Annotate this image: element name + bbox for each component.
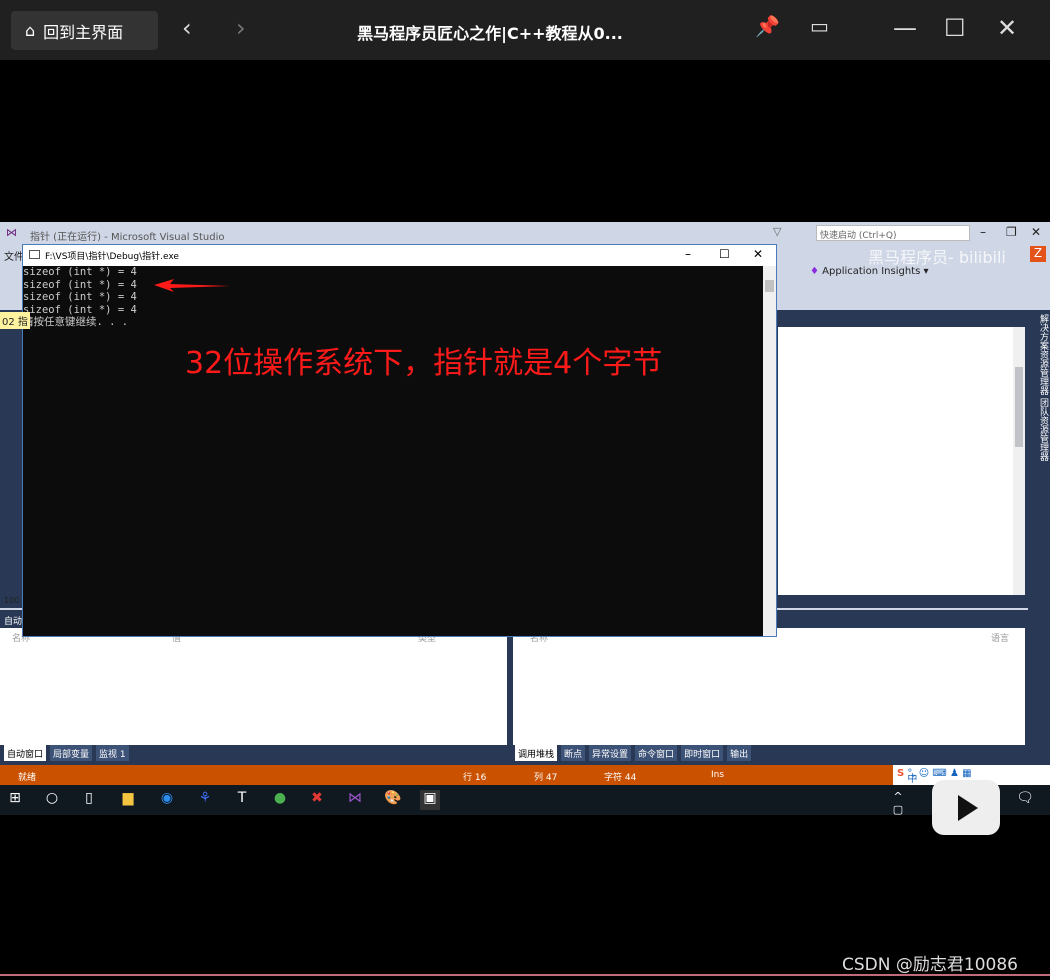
console-scrollbar[interactable] <box>763 266 776 636</box>
app-green-icon[interactable]: ● <box>270 790 290 810</box>
forward-icon[interactable]: › <box>236 14 246 42</box>
console-minimize-icon[interactable]: – <box>685 247 691 261</box>
tab-breakpoints[interactable]: 断点 <box>561 745 586 761</box>
pin-icon[interactable]: 📌 <box>755 14 780 38</box>
back-icon[interactable]: ‹ <box>182 14 192 42</box>
app-icon[interactable]: ⚘ <box>195 790 215 810</box>
status-char: 字符 44 <box>604 773 637 783</box>
call-stack-panel[interactable]: 名称 语言 <box>513 628 1025 745</box>
vs-minimize-icon[interactable]: – <box>980 225 986 239</box>
file-explorer-icon[interactable]: ▆ <box>118 790 138 810</box>
console-close-icon[interactable]: ✕ <box>753 247 763 261</box>
video-title: 黑马程序员匠心之作|C++教程从0... <box>357 24 623 43</box>
console-window[interactable]: F:\VS项目\指针\Debug\指针.exe – ☐ ✕ sizeof (in… <box>22 244 777 637</box>
task-view-icon[interactable]: ▯ <box>79 790 99 810</box>
autos-panel[interactable]: 名称 值 类型 <box>0 628 507 745</box>
windows-start-icon[interactable]: ⊞ <box>5 790 25 810</box>
status-bar: 就绪 行 16 列 47 字符 44 Ins S 中 °, ☺ ⌨ ♟ ▦ <box>0 765 1050 785</box>
red-arrow-annotation <box>154 279 230 292</box>
filter-icon[interactable]: ▽ <box>773 225 781 238</box>
vs-close-icon[interactable]: ✕ <box>1031 225 1041 239</box>
console-title-bar[interactable]: F:\VS项目\指针\Debug\指针.exe – ☐ ✕ <box>23 245 776 266</box>
console-line: sizeof (int *) = 4 <box>23 278 137 291</box>
sogou-icon: S <box>897 768 905 779</box>
tab-immediate-window[interactable]: 即时窗口 <box>681 745 724 761</box>
player-top-bar: ⌂ 回到主界面 ‹ › 黑马程序员匠心之作|C++教程从0... 📌 ▭ — ☐ … <box>0 0 1050 60</box>
typora-icon[interactable]: T <box>232 790 252 810</box>
close-icon[interactable]: ✕ <box>997 14 1017 42</box>
console-line: 请按任意键继续. . . <box>23 316 129 328</box>
lightbulb-icon: ♦ <box>810 266 819 277</box>
status-col: 列 47 <box>534 773 558 783</box>
windows-taskbar: ⊞ ○ ▯ ▆ ◉ ⚘ T ● ✖ ⋈ 🎨 ▣ ^ ▢ 🗨 <box>0 785 1050 816</box>
solution-explorer-strip[interactable]: 解决方案资源管理器 团队资源管理器 <box>1028 310 1050 785</box>
tab-exception-settings[interactable]: 异常设置 <box>589 745 632 761</box>
csdn-credit: CSDN @励志君10086 <box>842 955 1018 975</box>
tray-icons[interactable]: ^ ▢ <box>888 790 908 816</box>
console-line: sizeof (int *) = 4 <box>23 303 137 316</box>
status-ready: 就绪 <box>18 773 37 783</box>
quick-launch-input[interactable]: 快速启动 (Ctrl+Q) <box>816 225 970 241</box>
tab-locals[interactable]: 局部变量 <box>50 745 93 761</box>
menu-file[interactable]: 文件 <box>4 248 24 263</box>
ime-mode: 中 <box>907 774 918 785</box>
home-icon: ⌂ <box>25 21 36 40</box>
console-icon <box>29 250 40 259</box>
tab-watch-1[interactable]: 监视 1 <box>96 745 129 761</box>
app-insights-label: Application Insights <box>822 266 921 277</box>
status-mode: Ins <box>711 770 725 780</box>
console-maximize-icon[interactable]: ☐ <box>719 247 730 261</box>
document-tab[interactable]: 02 指 <box>0 312 30 329</box>
maximize-icon[interactable]: ☐ <box>944 14 966 42</box>
console-line: sizeof (int *) = 4 <box>23 266 137 278</box>
progress-line <box>0 974 1050 976</box>
search-icon[interactable]: ○ <box>42 790 62 810</box>
console-line: sizeof (int *) = 4 <box>23 291 137 303</box>
bilibili-watermark: 黑马程序员- bilibili <box>868 248 1006 267</box>
browser-icon[interactable]: ◉ <box>157 790 177 810</box>
annotation-text: 32位操作系统下，指针就是4个字节 <box>185 346 663 381</box>
vs-logo-icon: ⋈ <box>6 226 17 239</box>
tab-autos[interactable]: 自动窗口 <box>4 745 47 761</box>
home-label: 回到主界面 <box>43 22 124 42</box>
status-line: 行 16 <box>463 773 487 783</box>
picture-in-picture-icon[interactable]: ▭ <box>810 14 829 38</box>
paint-icon[interactable]: 🎨 <box>383 790 403 810</box>
tab-output[interactable]: 输出 <box>727 745 752 761</box>
console-output: sizeof (int *) = 4 sizeof (int *) = 4 si… <box>23 266 763 636</box>
vs-title: 指针 (正在运行) - Microsoft Visual Studio <box>30 232 225 243</box>
xmind-icon[interactable]: ✖ <box>307 790 327 810</box>
minimize-icon[interactable]: — <box>893 14 917 42</box>
application-insights-button[interactable]: ♦ Application Insights ▾ <box>810 266 929 277</box>
console-title: F:\VS项目\指针\Debug\指针.exe <box>45 252 179 262</box>
code-editor[interactable] <box>778 327 1025 595</box>
play-button[interactable] <box>932 780 1000 835</box>
notification-icon[interactable]: 🗨 <box>1015 790 1035 810</box>
home-button[interactable]: ⌂ 回到主界面 <box>11 11 158 50</box>
column-language: 语言 <box>991 634 1010 644</box>
visual-studio-icon[interactable]: ⋈ <box>345 790 365 810</box>
console-app-icon[interactable]: ▣ <box>420 790 440 810</box>
vs-restore-icon[interactable]: ❐ <box>1006 225 1017 239</box>
tab-call-stack[interactable]: 调用堆栈 <box>515 745 558 761</box>
user-badge[interactable]: Z <box>1030 246 1046 262</box>
tab-command-window[interactable]: 命令窗口 <box>635 745 678 761</box>
